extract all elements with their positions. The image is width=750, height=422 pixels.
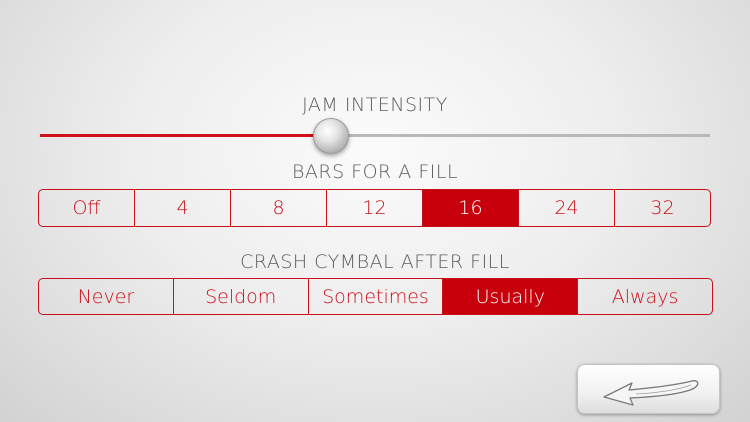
back-button[interactable]: [577, 364, 720, 414]
crash-option-usually[interactable]: Usually: [442, 279, 578, 314]
jam-intensity-title: JAM INTENSITY: [302, 94, 448, 116]
crash-option-never[interactable]: Never: [39, 279, 173, 314]
crash-cymbal-title: CRASH CYMBAL AFTER FILL: [240, 251, 510, 273]
bars-option-24[interactable]: 24: [518, 190, 614, 226]
crash-option-sometimes[interactable]: Sometimes: [307, 279, 443, 314]
slider-track[interactable]: [40, 134, 710, 137]
bars-option-8[interactable]: 8: [230, 190, 326, 226]
crash-option-seldom[interactable]: Seldom: [172, 279, 308, 314]
bars-option-off[interactable]: Off: [39, 190, 134, 226]
crash-cymbal-control[interactable]: Never Seldom Sometimes Usually Always: [38, 278, 713, 315]
slider-thumb[interactable]: [313, 118, 350, 154]
back-arrow-icon: [603, 380, 699, 406]
bars-for-fill-control[interactable]: Off 4 8 12 16 24 32: [38, 189, 711, 227]
crash-option-always[interactable]: Always: [577, 279, 712, 314]
bars-for-fill-title: BARS FOR A FILL: [291, 161, 459, 183]
jam-intensity-slider[interactable]: [40, 118, 710, 154]
bars-option-32[interactable]: 32: [614, 190, 710, 226]
bars-option-16[interactable]: 16: [422, 190, 518, 226]
bars-option-12[interactable]: 12: [326, 190, 422, 226]
slider-track-fill: [40, 134, 332, 137]
bars-option-4[interactable]: 4: [134, 190, 230, 226]
